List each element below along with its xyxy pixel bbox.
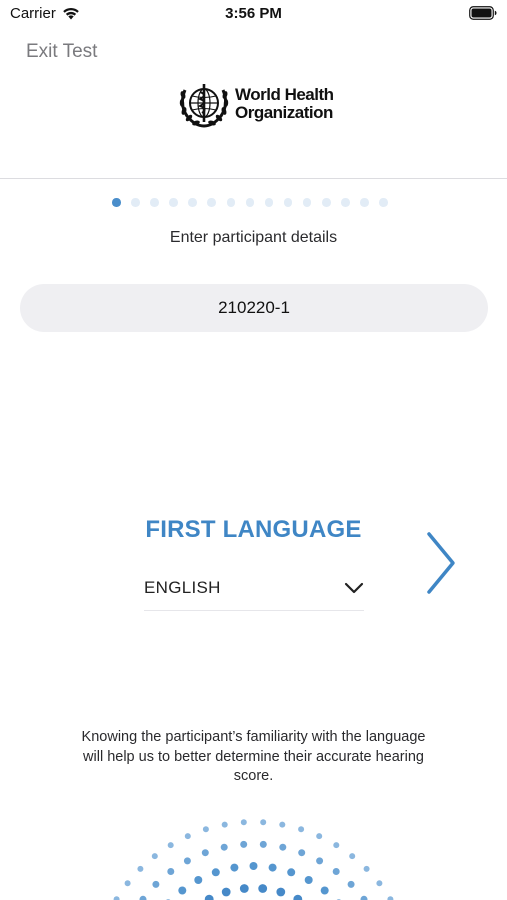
step-dot (169, 198, 178, 207)
decorative-dot (376, 880, 383, 887)
decorative-dot (124, 880, 131, 887)
language-selected-value: ENGLISH (144, 578, 221, 597)
decorative-dot (260, 819, 267, 826)
decorative-dot (230, 863, 239, 872)
decorative-dot (316, 857, 324, 865)
decorative-dot (202, 826, 209, 833)
language-dropdown[interactable]: ENGLISH (144, 570, 364, 611)
decorative-dot (240, 819, 247, 826)
decorative-dot (304, 876, 313, 884)
decorative-dot (276, 887, 286, 897)
decorative-dot (298, 849, 306, 857)
status-time: 3:56 PM (225, 5, 282, 22)
decorative-dot (268, 863, 277, 872)
decorative-dot (259, 840, 267, 848)
decorative-dot (349, 853, 356, 860)
who-emblem-icon (179, 84, 229, 128)
decorative-dot (298, 826, 305, 833)
decorative-dot (287, 868, 296, 877)
who-logo: World Health Organization (177, 80, 334, 128)
decorative-dot (183, 857, 191, 865)
decorative-dot (184, 833, 191, 840)
step-dot-active (112, 198, 121, 207)
who-wordmark-line1: World Health (235, 85, 334, 104)
battery-icon (469, 6, 497, 25)
decorative-dot (360, 895, 368, 900)
decorative-dot (152, 880, 160, 888)
step-dot (188, 198, 197, 207)
decorative-dot (204, 894, 214, 900)
decorative-dot (240, 840, 248, 848)
decorative-dot (316, 833, 323, 840)
decorative-dot (178, 886, 187, 895)
step-dot (131, 198, 140, 207)
decorative-dot (211, 868, 220, 877)
decorative-dot (239, 884, 249, 893)
decorative-dot (347, 880, 355, 888)
decorative-dot (387, 896, 394, 900)
step-dot (226, 198, 236, 207)
decorative-dot (201, 849, 209, 857)
info-text: Knowing the participant’s familiarity wi… (81, 729, 426, 784)
decorative-dot (167, 842, 174, 849)
header-divider (0, 178, 507, 179)
step-dot (302, 198, 312, 207)
status-bar: Carrier 3:56 PM (0, 0, 507, 28)
decorative-dot (139, 895, 147, 900)
step-dot (322, 198, 331, 207)
decorative-dot (333, 842, 340, 849)
decorative-dot (221, 887, 231, 897)
step-dot (379, 198, 388, 207)
step-dot (283, 198, 293, 207)
decorative-dot (167, 868, 175, 875)
step-dot (264, 198, 274, 207)
participant-id-field[interactable] (20, 284, 488, 332)
decorative-dot (113, 896, 120, 900)
decorative-dot (220, 843, 228, 851)
exit-test-button[interactable]: Exit Test (26, 41, 97, 63)
step-dot (150, 198, 159, 207)
decorative-dot (221, 821, 228, 828)
step-progress-dots (112, 198, 388, 207)
decorative-dot (320, 886, 329, 895)
decorative-dot (194, 876, 203, 884)
decorative-dot (332, 868, 340, 875)
decorative-dot (137, 865, 144, 872)
next-button[interactable] (424, 530, 458, 596)
step-dot (360, 198, 369, 207)
decorative-dot (279, 821, 286, 828)
step-dot (341, 198, 350, 207)
decorative-dot (258, 884, 268, 893)
decorative-dot-arc (113, 819, 394, 900)
decorative-dot (293, 894, 303, 900)
step-dot (245, 198, 255, 207)
who-wordmark-line2: Organization (235, 103, 333, 122)
step-dot (207, 198, 216, 207)
decorative-dot (151, 853, 158, 860)
decorative-dot (249, 862, 258, 870)
chevron-right-icon (427, 532, 455, 594)
chevron-down-icon (344, 581, 364, 599)
section-title: Enter participant details (169, 229, 338, 246)
who-wordmark: World Health Organization (235, 86, 334, 122)
decorative-dot (279, 843, 287, 851)
decorative-dot (363, 865, 370, 872)
